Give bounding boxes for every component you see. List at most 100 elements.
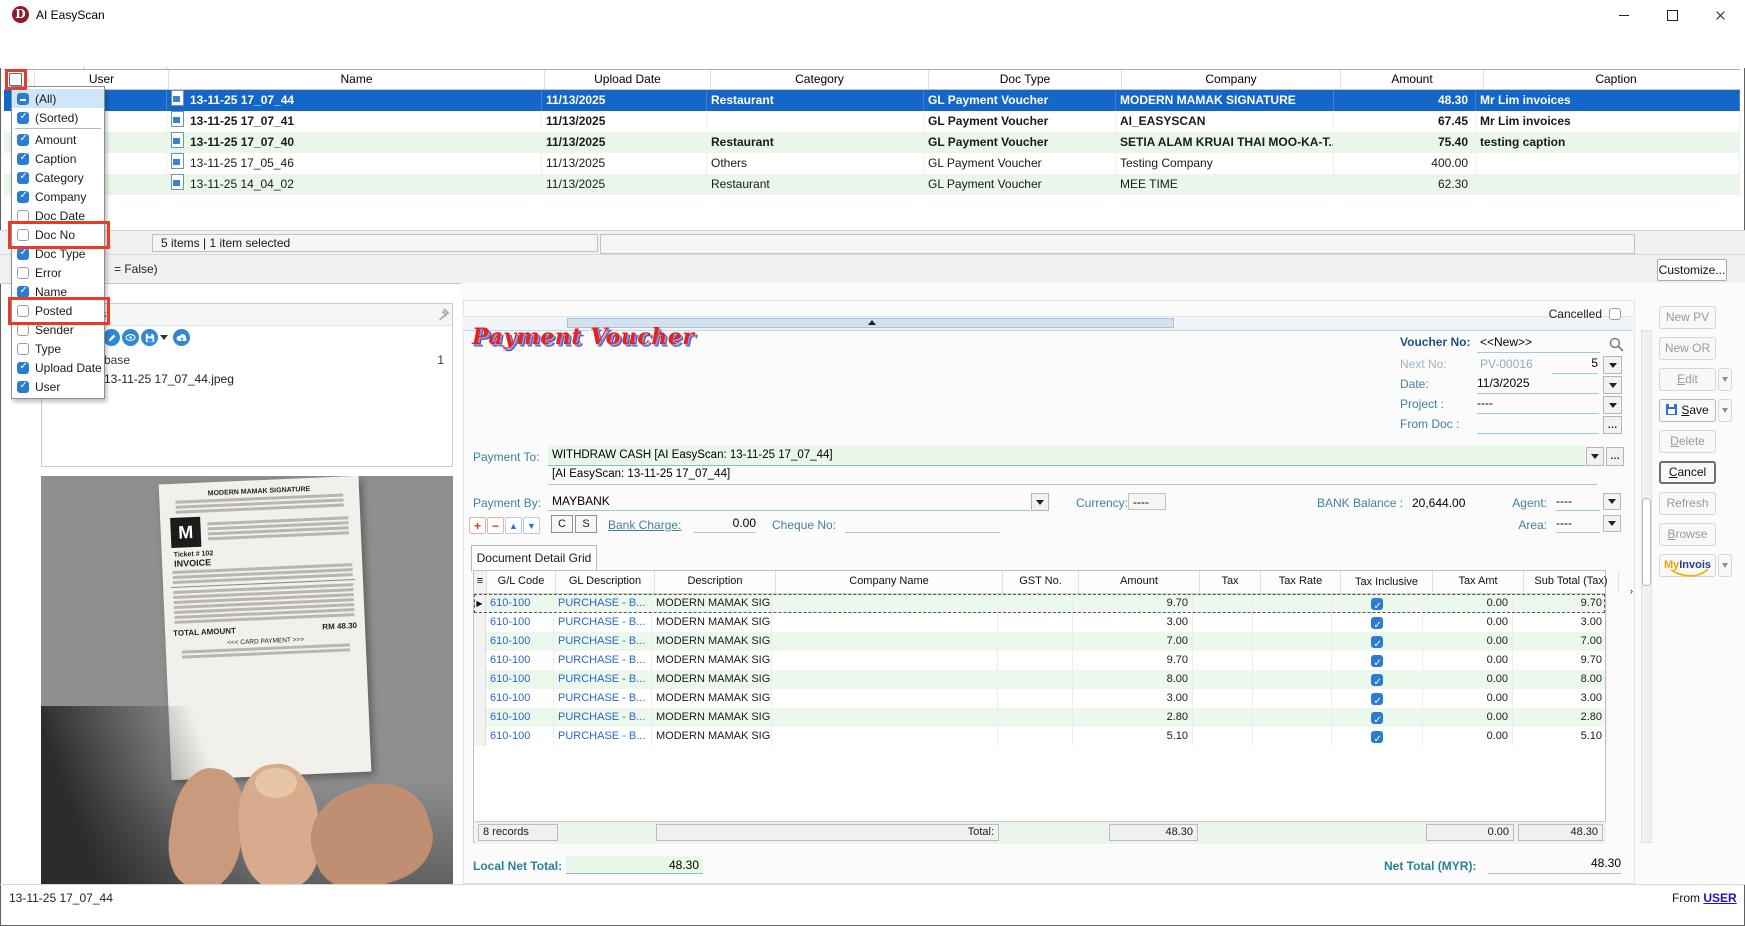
chooser-item--all-[interactable]: (All) xyxy=(12,89,104,108)
tax-inclusive-checkbox[interactable] xyxy=(1371,674,1383,686)
tax-inclusive-checkbox[interactable] xyxy=(1371,598,1383,610)
column-header-category[interactable]: Category xyxy=(711,70,929,89)
tax-inclusive-checkbox[interactable] xyxy=(1371,712,1383,724)
chooser-item-upload-date[interactable]: Upload Date xyxy=(12,358,104,377)
tax-inclusive-checkbox[interactable] xyxy=(1371,731,1383,743)
table-row[interactable]: 13-11-25 17_07_4411/13/2025RestaurantGL … xyxy=(4,90,1740,111)
chooser-checkbox[interactable] xyxy=(17,343,29,355)
chooser-item-type[interactable]: Type xyxy=(12,339,104,358)
chooser-item-error[interactable]: Error xyxy=(12,263,104,282)
chooser-checkbox[interactable] xyxy=(17,134,29,146)
chooser-checkbox[interactable] xyxy=(17,112,29,124)
column-header-amount[interactable]: Amount xyxy=(1341,70,1484,89)
chooser-checkbox[interactable] xyxy=(17,153,29,165)
vertical-scrollbar[interactable] xyxy=(1641,330,1652,843)
view-attachment-button[interactable] xyxy=(122,329,139,346)
area-dropdown-button[interactable] xyxy=(1603,515,1621,532)
next-no-dropdown-button[interactable] xyxy=(1603,356,1622,374)
save-attachment-caret[interactable] xyxy=(160,335,168,340)
bank-charge-field[interactable]: 0.00 xyxy=(694,516,756,533)
cancel-button[interactable]: Cancel xyxy=(1659,461,1716,484)
payment-to-sub-field[interactable]: [AI EasyScan: 13-11-25 17_07_44] xyxy=(548,468,1597,485)
detail-header-company-name[interactable]: Company Name xyxy=(776,571,1003,593)
table-row[interactable]: 13-11-25 17_07_4111/13/2025GL Payment Vo… xyxy=(4,111,1740,132)
search-icon[interactable] xyxy=(1608,336,1625,353)
next-no-count-field[interactable]: 5 xyxy=(1552,356,1598,374)
tree-node-label[interactable]: base xyxy=(104,353,130,367)
payment-by-field[interactable]: MAYBANK xyxy=(548,494,1030,511)
detail-header-tax-inclusive[interactable]: Tax Inclusive xyxy=(1341,571,1433,593)
new-pv-button[interactable]: New PV xyxy=(1659,306,1716,329)
detail-row[interactable]: 610-100PURCHASE - B...MODERN MAMAK SIGNA… xyxy=(474,670,1605,689)
column-header-name[interactable]: Name xyxy=(169,70,545,89)
customize-button[interactable]: Customize... xyxy=(1657,259,1727,281)
tax-inclusive-checkbox[interactable] xyxy=(1371,655,1383,667)
date-field[interactable]: 11/3/2025 xyxy=(1477,376,1599,394)
add-row-button[interactable]: + xyxy=(469,517,486,534)
detail-row[interactable]: 610-100PURCHASE - B...MODERN MAMAK SIGNA… xyxy=(474,632,1605,651)
refresh-button[interactable]: Refresh xyxy=(1659,492,1716,515)
chooser-checkbox[interactable] xyxy=(17,267,29,279)
chooser-checkbox[interactable] xyxy=(17,286,29,298)
edit-button[interactable]: Edit xyxy=(1659,368,1716,391)
detail-header-tax-rate[interactable]: Tax Rate xyxy=(1261,571,1341,593)
area-field[interactable]: ---- xyxy=(1556,516,1600,533)
minimize-button[interactable] xyxy=(1600,0,1648,30)
expand-right-icon[interactable]: › xyxy=(1630,586,1633,596)
c-button[interactable]: C xyxy=(551,515,573,533)
edit-attachment-button[interactable] xyxy=(103,329,120,346)
close-button[interactable] xyxy=(1696,0,1744,30)
vertical-scrollbar-thumb[interactable] xyxy=(1642,498,1651,586)
detail-header-tax-amt[interactable]: Tax Amt xyxy=(1433,571,1524,593)
chooser-checkbox[interactable] xyxy=(17,191,29,203)
attachment-file-name[interactable]: 13-11-25 17_07_44.jpeg xyxy=(104,372,234,386)
detail-row[interactable]: 610-100PURCHASE - B...MODERN MAMAK SIGNA… xyxy=(474,651,1605,670)
detail-column-chooser[interactable]: ≡ xyxy=(474,571,487,593)
column-header-caption[interactable]: Caption xyxy=(1484,70,1745,89)
chooser-item-amount[interactable]: Amount xyxy=(12,130,104,149)
project-field[interactable]: ---- xyxy=(1477,396,1599,414)
detail-row[interactable]: 610-100PURCHASE - B...MODERN MAMAK SIGNA… xyxy=(474,727,1605,746)
delete-button[interactable]: Delete xyxy=(1659,430,1716,453)
chooser-checkbox[interactable] xyxy=(17,381,29,393)
tax-inclusive-checkbox[interactable] xyxy=(1371,693,1383,705)
s-button[interactable]: S xyxy=(575,515,597,533)
from-doc-browse-button[interactable]: … xyxy=(1603,416,1622,434)
edit-dropdown-caret[interactable] xyxy=(1718,368,1732,391)
table-row[interactable]: 13-11-25 14_04_0211/13/2025RestaurantGL … xyxy=(4,174,1740,195)
table-row[interactable]: 13-11-25 17_07_4011/13/2025RestaurantGL … xyxy=(4,132,1740,153)
detail-header-description[interactable]: Description xyxy=(655,571,776,593)
voucher-no-field[interactable] xyxy=(1477,335,1600,353)
agent-field[interactable]: ---- xyxy=(1556,494,1600,511)
maximize-button[interactable] xyxy=(1648,0,1696,30)
collapse-up-icon[interactable] xyxy=(868,320,876,325)
payment-by-dropdown-button[interactable] xyxy=(1031,493,1049,511)
move-down-button[interactable]: ▼ xyxy=(523,517,540,534)
chooser-checkbox[interactable] xyxy=(17,93,29,105)
chooser-checkbox[interactable] xyxy=(17,362,29,374)
detail-header-amount[interactable]: Amount xyxy=(1079,571,1200,593)
myinvois-dropdown-caret[interactable] xyxy=(1718,554,1732,577)
detail-row[interactable]: ▶610-100PURCHASE - B...MODERN MAMAK SIGN… xyxy=(474,594,1605,613)
save-button[interactable]: Save xyxy=(1659,399,1716,422)
attachment-preview-image[interactable]: MODERN MAMAK SIGNATURE M Ticket # 102 IN… xyxy=(41,476,453,884)
chooser-item--sorted-[interactable]: (Sorted) xyxy=(12,108,104,127)
agent-dropdown-button[interactable] xyxy=(1603,493,1621,510)
from-doc-field[interactable] xyxy=(1477,416,1599,434)
column-header-upload-date[interactable]: Upload Date xyxy=(545,70,711,89)
column-header-company[interactable]: Company xyxy=(1122,70,1341,89)
payment-to-field[interactable]: WITHDRAW CASH [AI EasyScan: 13-11-25 17_… xyxy=(548,446,1585,466)
payment-to-browse-button[interactable]: … xyxy=(1606,447,1624,466)
user-link[interactable]: USER xyxy=(1703,891,1736,905)
cheque-no-field[interactable] xyxy=(845,516,1000,533)
chooser-item-caption[interactable]: Caption xyxy=(12,149,104,168)
chooser-item-user[interactable]: User xyxy=(12,377,104,396)
chooser-checkbox[interactable] xyxy=(17,210,29,222)
chooser-checkbox[interactable] xyxy=(17,172,29,184)
tax-inclusive-checkbox[interactable] xyxy=(1371,617,1383,629)
save-dropdown-caret[interactable] xyxy=(1718,399,1732,422)
tax-inclusive-checkbox[interactable] xyxy=(1371,636,1383,648)
new-or-button[interactable]: New OR xyxy=(1659,337,1716,360)
save-attachment-button[interactable] xyxy=(141,329,158,346)
detail-header-gst-no[interactable]: GST No. xyxy=(1003,571,1079,593)
